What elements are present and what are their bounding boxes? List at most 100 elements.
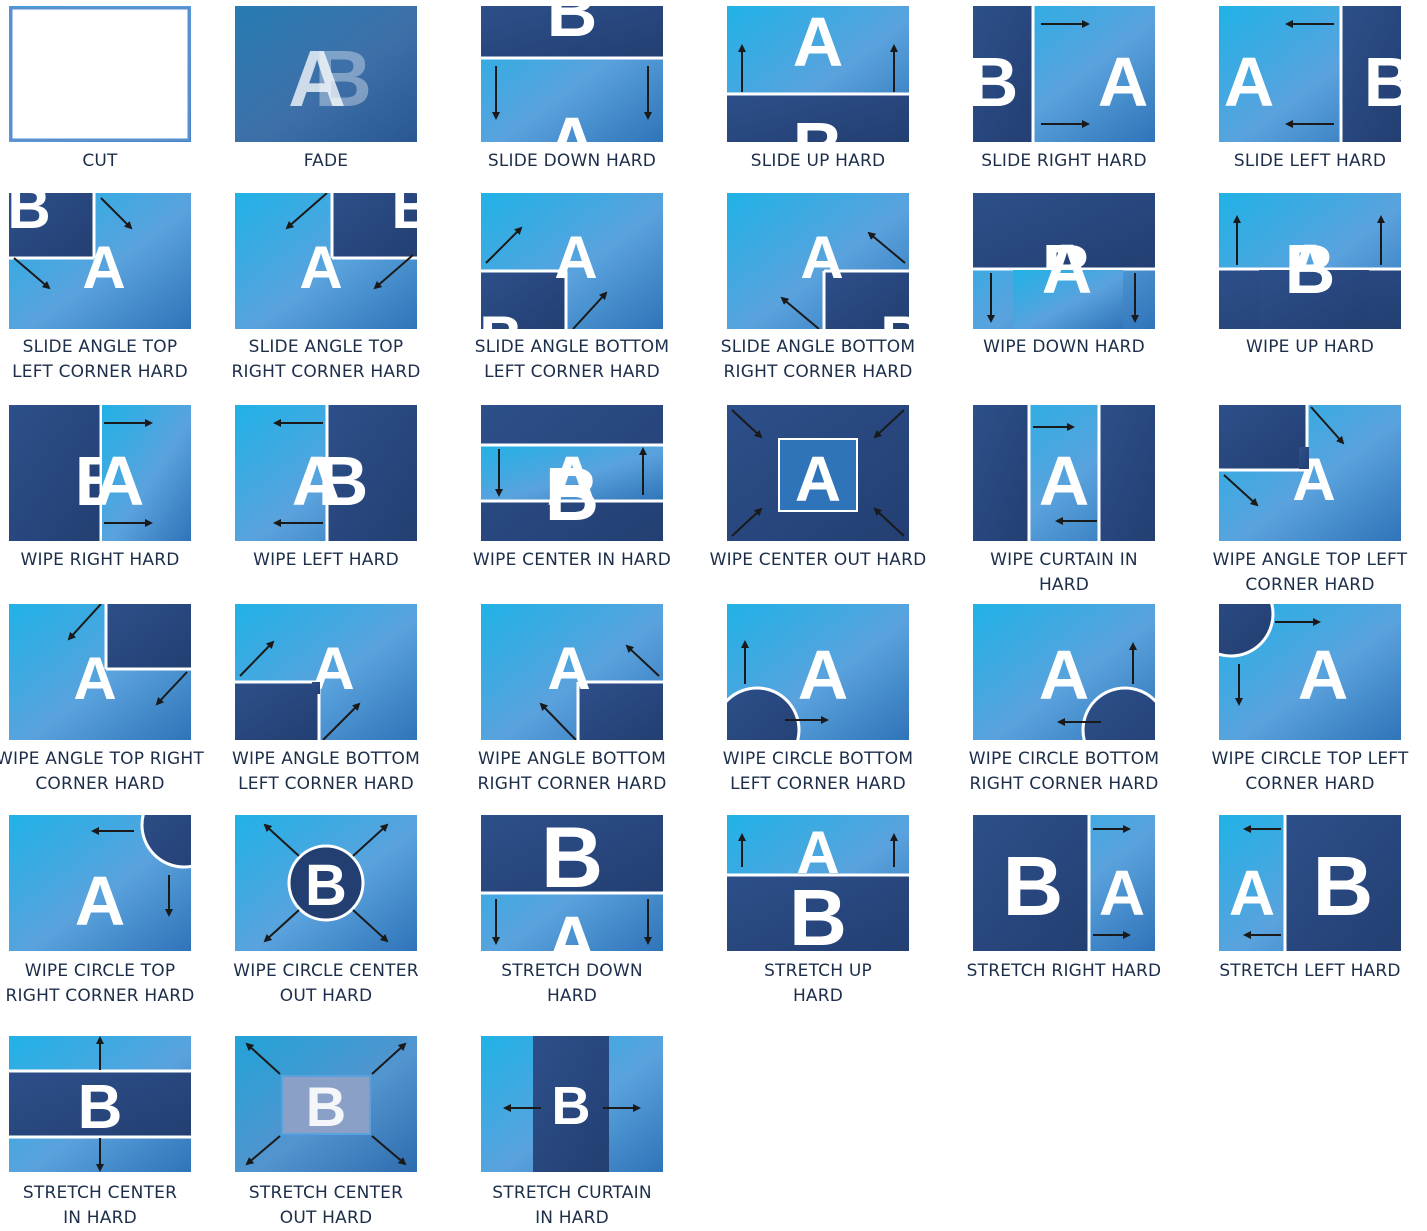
wipe-angle-tl-thumbnail-icon[interactable]: A <box>1219 405 1401 541</box>
transition-label-line: SLIDE ANGLE TOP <box>22 337 178 357</box>
transition-label-line: CORNER HARD <box>35 774 165 794</box>
transition-label-line: FADE <box>303 151 349 171</box>
transition-label: STRETCH CENTER OUT HARD <box>216 1181 436 1231</box>
transition-label-line: WIPE CIRCLE CENTER <box>233 961 419 981</box>
letter-b-icon: B <box>391 193 417 241</box>
letter-a-icon: A <box>94 442 145 520</box>
letter-a-icon: A <box>1039 442 1090 520</box>
letter-a-icon: A <box>547 635 590 702</box>
transition-label-line: STRETCH CENTER <box>248 1183 404 1203</box>
letter-b-icon: B <box>973 43 1018 121</box>
wipe-right-thumbnail-icon[interactable]: BA <box>9 405 191 541</box>
wipe-angle-tr-thumbnail-icon[interactable]: A <box>9 604 191 740</box>
transition-label-line: WIPE ANGLE TOP LEFT <box>1212 550 1408 570</box>
transition-label-line: RIGHT CORNER HARD <box>231 362 421 382</box>
transition-label: WIPE UP HARD <box>1200 335 1420 360</box>
transition-label-line: WIPE UP HARD <box>1245 337 1375 357</box>
transition-label-line: WIPE ANGLE BOTTOM <box>231 749 421 769</box>
transition-label-line: CUT <box>82 151 118 171</box>
wipe-angle-bl-thumbnail-icon[interactable]: A <box>235 604 417 740</box>
fade-thumbnail-icon[interactable]: BA <box>235 6 417 142</box>
transition-label-line: SLIDE RIGHT HARD <box>981 151 1147 171</box>
stretch-center-in-thumbnail-icon[interactable]: B <box>9 1036 191 1172</box>
cut-thumbnail-icon[interactable] <box>9 6 191 142</box>
transition-label-line: SLIDE DOWN HARD <box>487 151 657 171</box>
wipe-angle-br-thumbnail-icon[interactable]: A <box>481 604 663 740</box>
transition-label: FADE <box>216 149 436 174</box>
transition-label-line: STRETCH RIGHT HARD <box>966 961 1162 981</box>
letter-a-icon: A <box>1099 857 1145 929</box>
letter-a-icon: A <box>795 443 841 515</box>
slide-angle-tr-thumbnail-icon[interactable]: BA <box>235 193 417 329</box>
letter-a-icon: A <box>1292 446 1335 513</box>
letter-a-icon: A <box>1224 43 1275 121</box>
transition-label: SLIDE DOWN HARD <box>462 149 682 174</box>
wipe-circle-tl-thumbnail-icon[interactable]: A <box>1219 604 1401 740</box>
letter-b-icon: B <box>547 6 598 51</box>
transition-label-line: WIPE CENTER IN HARD <box>472 550 672 570</box>
transition-label-line: STRETCH LEFT HARD <box>1219 961 1401 981</box>
letter-a-icon: A <box>82 234 125 301</box>
transition-label-line: WIPE CENTER OUT HARD <box>709 550 927 570</box>
transition-label: WIPE ANGLE TOP LEFT CORNER HARD <box>1200 548 1420 598</box>
transition-label-line: STRETCH CENTER <box>22 1183 178 1203</box>
transition-label: WIPE ANGLE TOP RIGHT CORNER HARD <box>0 747 210 797</box>
transition-label: SLIDE ANGLE BOTTOM LEFT CORNER HARD <box>462 335 682 385</box>
transition-label-line: CORNER HARD <box>1245 575 1375 595</box>
wipe-curtain-in-thumbnail-icon[interactable]: A <box>973 405 1155 541</box>
transition-label-line: RIGHT CORNER HARD <box>5 986 195 1006</box>
transition-label: STRETCH CENTER IN HARD <box>0 1181 210 1231</box>
letter-b-icon: B <box>793 108 844 142</box>
transition-label: WIPE CENTER OUT HARD <box>708 548 928 573</box>
wipe-center-out-thumbnail-icon[interactable]: A <box>727 405 909 541</box>
letter-a-icon: A <box>288 34 346 123</box>
stretch-center-out-thumbnail-icon[interactable]: B <box>235 1036 417 1172</box>
transition-label-line: WIPE CURTAIN IN <box>990 550 1138 570</box>
letter-a-icon: A <box>798 636 849 714</box>
stretch-up-thumbnail-icon[interactable]: AB <box>727 815 909 951</box>
transition-label-line: WIPE CIRCLE TOP <box>24 961 176 981</box>
slide-down-thumbnail-icon[interactable]: BA <box>481 6 663 142</box>
transition-label: WIPE CIRCLE BOTTOM LEFT CORNER HARD <box>708 747 928 797</box>
letter-b-icon: B <box>306 1075 346 1138</box>
letter-a-icon: A <box>554 224 597 291</box>
letter-b-icon: B <box>318 442 369 520</box>
slide-up-thumbnail-icon[interactable]: AB <box>727 6 909 142</box>
transition-label: WIPE CENTER IN HARD <box>462 548 682 573</box>
stretch-right-thumbnail-icon[interactable]: BA <box>973 815 1155 951</box>
transition-label: WIPE CIRCLE BOTTOM RIGHT CORNER HARD <box>954 747 1174 797</box>
stretch-curtain-in-thumbnail-icon[interactable]: B <box>481 1036 663 1172</box>
stretch-left-thumbnail-icon[interactable]: AB <box>1219 815 1401 951</box>
wipe-circle-tr-thumbnail-icon[interactable]: A <box>9 815 191 951</box>
wipe-down-thumbnail-icon[interactable]: BA <box>973 193 1155 329</box>
transition-label: STRETCH DOWN HARD <box>462 959 682 1009</box>
wipe-up-thumbnail-icon[interactable]: AB <box>1219 193 1401 329</box>
slide-angle-bl-thumbnail-icon[interactable]: AB <box>481 193 663 329</box>
letter-a-icon: A <box>547 103 598 142</box>
transition-label: WIPE DOWN HARD <box>954 335 1174 360</box>
letter-b-icon: B <box>1313 839 1374 933</box>
wipe-center-in-thumbnail-icon[interactable]: BA <box>481 405 663 541</box>
slide-angle-br-thumbnail-icon[interactable]: AB <box>727 193 909 329</box>
wipe-left-thumbnail-icon[interactable]: AB <box>235 405 417 541</box>
letter-a-icon: A <box>793 6 844 81</box>
letter-a-icon: A <box>73 645 116 712</box>
wipe-circle-br-thumbnail-icon[interactable]: A <box>973 604 1155 740</box>
wipe-circle-bl-thumbnail-icon[interactable]: A <box>727 604 909 740</box>
transition-label-line: CORNER HARD <box>1245 774 1375 794</box>
wipe-circle-center-out-thumbnail-icon[interactable]: B <box>235 815 417 951</box>
transition-label-line: LEFT CORNER HARD <box>12 362 188 382</box>
transition-label-line: HARD <box>792 986 844 1006</box>
transition-label-line: WIPE DOWN HARD <box>983 337 1145 357</box>
slide-left-thumbnail-icon[interactable]: AB <box>1219 6 1401 142</box>
transition-label-line: IN HARD <box>63 1208 137 1228</box>
transition-label: WIPE ANGLE BOTTOM LEFT CORNER HARD <box>216 747 436 797</box>
stretch-down-thumbnail-icon[interactable]: BA <box>481 815 663 951</box>
letter-b-icon: B <box>481 304 523 329</box>
letter-a-icon: A <box>1098 43 1149 121</box>
transition-label-line: WIPE ANGLE TOP RIGHT <box>0 749 204 769</box>
transition-label-line: RIGHT CORNER HARD <box>969 774 1159 794</box>
slide-angle-tl-thumbnail-icon[interactable]: BA <box>9 193 191 329</box>
transition-label: WIPE RIGHT HARD <box>0 548 210 573</box>
slide-right-thumbnail-icon[interactable]: BA <box>973 6 1155 142</box>
